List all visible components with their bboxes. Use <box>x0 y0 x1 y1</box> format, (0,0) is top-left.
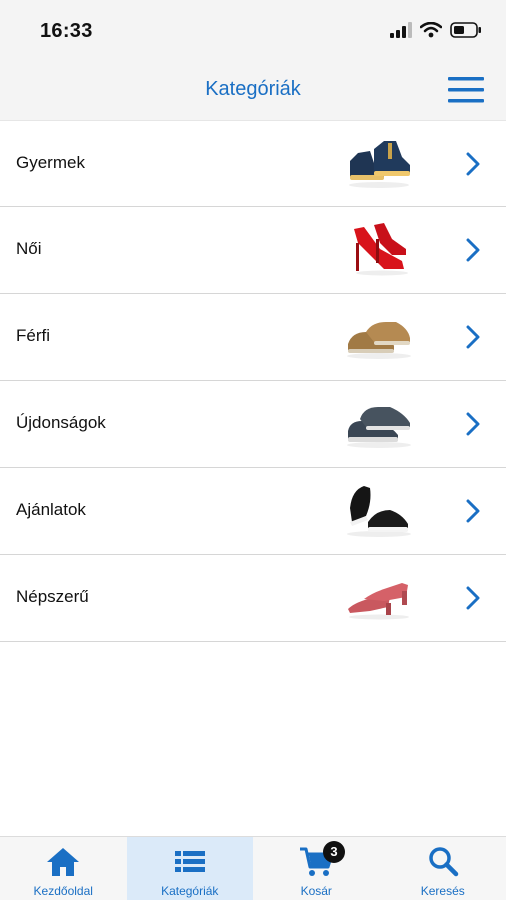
nav-bar: Kategóriák <box>0 62 506 120</box>
category-item-ajanlatok[interactable]: Ajánlatok <box>0 468 506 555</box>
category-item-nepszeru[interactable]: Népszerű <box>0 555 506 642</box>
status-time: 16:33 <box>40 20 93 42</box>
kids-sneaker-icon <box>349 141 410 188</box>
tab-label: Kategóriák <box>161 884 219 898</box>
category-item-noi[interactable]: Női <box>0 207 506 294</box>
tab-categories[interactable]: Kategóriák <box>126 837 253 900</box>
red-high-heel-icon <box>354 223 408 276</box>
category-label: Női <box>16 239 42 258</box>
chevron-right-icon <box>466 586 480 610</box>
search-icon <box>429 847 458 877</box>
black-sneakers-icon <box>347 486 411 537</box>
category-label: Ajánlatok <box>16 500 86 519</box>
category-label: Újdonságok <box>16 413 106 432</box>
tab-label: Keresés <box>420 884 465 898</box>
category-label: Férfi <box>16 326 50 345</box>
cart-badge: 3 <box>323 841 345 863</box>
grey-sneaker-icon <box>347 407 411 448</box>
category-item-gyermek[interactable]: Gyermek <box>0 120 506 207</box>
tab-cart[interactable]: 3 Kosár <box>253 837 380 900</box>
tab-home[interactable]: Kezdőoldal <box>0 837 127 900</box>
home-icon <box>47 848 80 876</box>
chevron-right-icon <box>466 412 480 436</box>
tab-label: Kezdőoldal <box>33 884 93 898</box>
status-icons <box>390 22 482 38</box>
category-item-ujdonsagok[interactable]: Újdonságok <box>0 381 506 468</box>
wifi-icon <box>420 22 442 38</box>
cellular-signal-icon <box>390 22 412 38</box>
status-bar: 16:33 <box>0 0 506 62</box>
tab-bar: Kezdőoldal Kategóriák 3 Kosár Keresés <box>0 836 506 900</box>
battery-icon <box>450 22 481 38</box>
tab-label: Kosár <box>300 884 332 898</box>
category-item-ferfi[interactable]: Férfi <box>0 294 506 381</box>
list-icon <box>174 851 205 872</box>
category-label: Gyermek <box>16 153 85 172</box>
chevron-right-icon <box>466 499 480 523</box>
menu-button[interactable] <box>448 76 484 104</box>
chevron-right-icon <box>466 238 480 262</box>
category-list: Gyermek Női Férfi Újdonságok Ajánlatok N… <box>0 120 506 642</box>
brown-oxford-shoe-icon <box>347 322 411 359</box>
chevron-right-icon <box>466 325 480 349</box>
chevron-right-icon <box>466 152 480 176</box>
page-title: Kategóriák <box>205 78 301 100</box>
pink-pump-icon <box>348 583 409 620</box>
tab-search[interactable]: Keresés <box>380 837 506 900</box>
hamburger-menu-icon <box>448 77 484 103</box>
category-label: Népszerű <box>16 587 89 606</box>
